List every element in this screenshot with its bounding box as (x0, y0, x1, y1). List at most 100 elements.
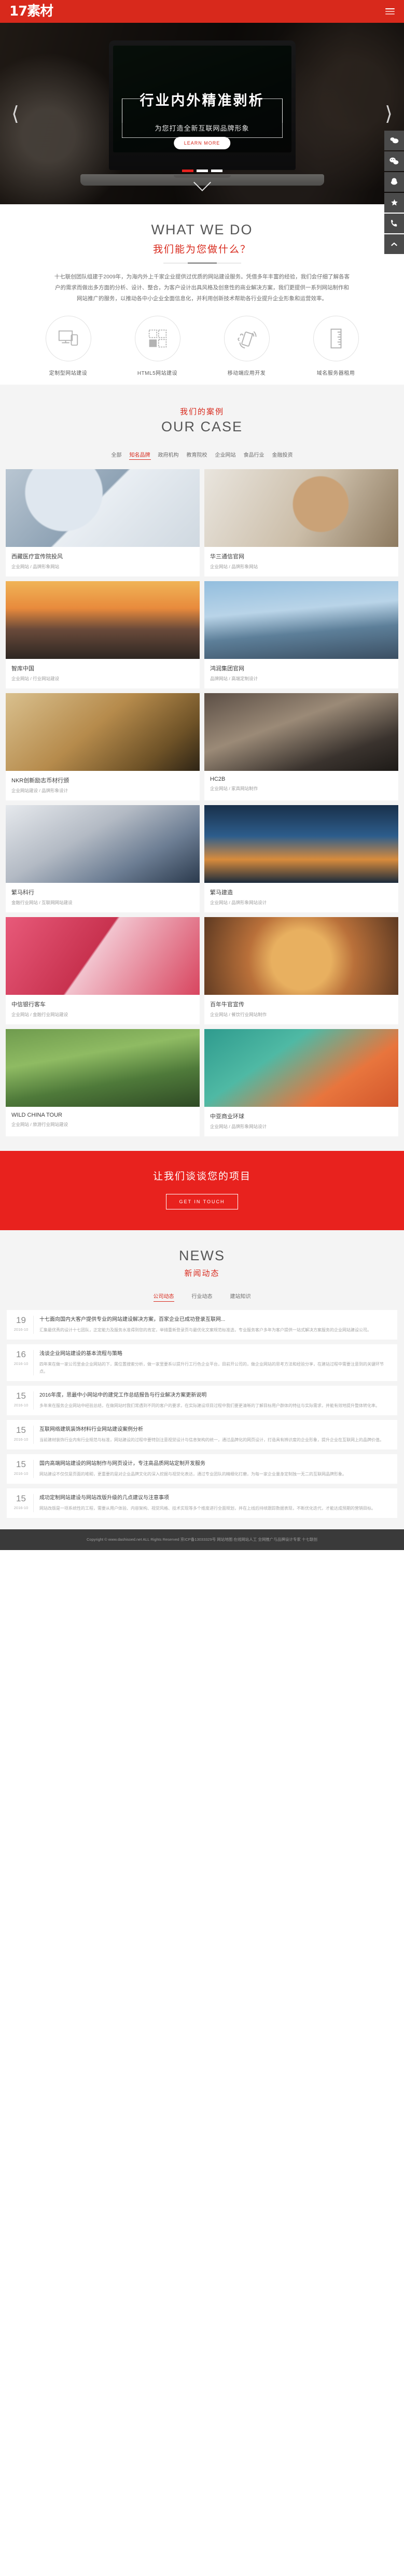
case-tab-1[interactable]: 知名品牌 (129, 449, 151, 460)
case-title: HC2B (210, 776, 226, 782)
news-date: 15 2016-10 (13, 1459, 34, 1478)
site-header: 17素材 (0, 0, 404, 23)
case-title: 智库中国 (11, 666, 34, 672)
news-monthyear: 2016-10 (13, 1471, 29, 1476)
cta-title: 让我们谈谈您的项目 (152, 1171, 251, 1182)
get-in-touch-button[interactable]: GET IN TOUCH (166, 1194, 238, 1209)
case-thumbnail (204, 805, 398, 883)
service-label-4: 域名服务器租用 (316, 371, 355, 376)
cta-section: 让我们谈谈您的项目 GET IN TOUCH (0, 1151, 404, 1230)
footer-copyright: Copyright © www.dashisoed.net ALL Rights… (87, 1537, 317, 1542)
case-card[interactable]: 繁马科行 金融行业网站 / 互联网网站建设 (6, 805, 200, 912)
news-desc: 当前建材装饰行业内有行业规范与标准，网站建设的过程中要特别注意视觉设计与信息架构… (39, 1438, 384, 1442)
chevron-down-icon[interactable] (196, 176, 208, 189)
news-item[interactable]: 15 2016-10 国内高端网站建设的网站制作与网页设计，专注高品质网站定制开… (7, 1454, 397, 1484)
news-item[interactable]: 15 2016-10 成功定制网站建设与网站改版升级的几点建议与注意事项 网站改… (7, 1488, 397, 1518)
news-monthyear: 2016-10 (13, 1402, 29, 1407)
case-title: 鸿润集团官网 (210, 666, 244, 672)
case-tab-5[interactable]: 食品行业 (243, 449, 265, 460)
case-card[interactable]: 华三通信官网 企业网站 / 品牌形象网站 (204, 469, 398, 576)
news-item[interactable]: 19 2016-10 十七面向国内大客户提供专业的网站建设解决方案，百家企业已成… (7, 1310, 397, 1340)
case-meta: 企业网站 / 旅游行业网站建设 (11, 1122, 68, 1127)
news-header: NEWS 新闻动态 (0, 1230, 404, 1284)
news-day: 15 (16, 1391, 26, 1401)
news-monthyear: 2016-10 (13, 1361, 29, 1366)
news-day: 19 (16, 1315, 26, 1325)
news-item[interactable]: 15 2016-10 互联网络建筑装饰材料行业网站建设案例分析 当前建材装饰行业… (7, 1420, 397, 1449)
case-card[interactable]: 鸿润集团官网 品牌网站 / 高端定制设计 (204, 581, 398, 688)
what-we-do-section: WHAT WE DO 我们能为您做什么？ 十七联创团队组建于2009年，为海内外… (0, 204, 404, 385)
weibo-icon[interactable] (384, 193, 404, 213)
news-desc: 汇集最优秀的设计十七团队，正定能力及服务水准得到您的肯定，举措重新登录页与最优化… (39, 1328, 371, 1332)
wechat-icon[interactable] (384, 151, 404, 171)
case-card[interactable]: NKR创新励志币材行颁 企业网站建设 / 品牌形象设计 (6, 693, 200, 800)
case-tab-4[interactable]: 企业网站 (215, 449, 236, 460)
phone-icon[interactable] (384, 214, 404, 233)
news-title: 2016年度，思最中小网站中的建党工作总结报告与行业解决方案更新说明 (39, 1392, 207, 1398)
case-tab-0[interactable]: 全部 (111, 449, 122, 460)
hero-prev-arrow-icon[interactable]: ⟨ (11, 104, 19, 123)
news-item[interactable]: 16 2016-10 浅谈企业网站建设的基本流程与策略 四年来在做一家公司里会企… (7, 1344, 397, 1381)
case-tab-6[interactable]: 金融投资 (272, 449, 294, 460)
case-tab-2[interactable]: 政府机构 (158, 449, 179, 460)
news-tab-1[interactable]: 行业动态 (192, 1292, 213, 1302)
case-thumbnail (6, 1029, 200, 1107)
news-monthyear: 2016-10 (13, 1505, 29, 1510)
service-label-1: 定制型网站建设 (49, 371, 88, 376)
case-tab-3[interactable]: 教育院校 (186, 449, 208, 460)
case-filter-tabs: 全部 知名品牌 政府机构 教育院校 企业网站 食品行业 金融投资 (0, 449, 404, 460)
service-item-4[interactable]: 域名服务器租用 (297, 316, 375, 376)
case-card[interactable]: 百年牛官宣传 企业网站 / 餐饮行业网站制作 (204, 917, 398, 1024)
service-item-3[interactable]: 移动端应用开发 (208, 316, 286, 376)
case-meta: 企业网站 / 品牌形象网站 (11, 564, 60, 569)
case-card[interactable]: 智库中国 企业网站 / 行业网站建设 (6, 581, 200, 688)
news-title: 互联网络建筑装饰材料行业网站建设案例分析 (39, 1427, 143, 1432)
our-case-title-en: OUR CASE (161, 419, 243, 434)
hero-dot-3[interactable] (211, 170, 222, 172)
news-tab-0[interactable]: 公司动态 (153, 1292, 174, 1302)
news-day: 16 (16, 1349, 26, 1359)
case-card[interactable]: 中信银行客车 企业网站 / 金融行业网站建设 (6, 917, 200, 1024)
scroll-top-icon[interactable] (384, 234, 404, 254)
case-title: 西藏医疗宣传院投风 (11, 554, 63, 560)
qq-icon[interactable] (384, 172, 404, 192)
hero-dot-1[interactable] (182, 170, 193, 172)
case-card[interactable]: HC2B 企业网站 / 家具网站制作 (204, 693, 398, 800)
hero-frame-right-line (282, 98, 283, 138)
case-thumbnail (6, 469, 200, 547)
case-thumbnail (6, 805, 200, 883)
case-meta: 企业网站 / 餐饮行业网站制作 (210, 1012, 267, 1017)
chat-icon[interactable] (384, 131, 404, 150)
case-card[interactable]: 繁马建造 企业网站 / 品牌形象网站设计 (204, 805, 398, 912)
news-title: 浅谈企业网站建设的基本流程与策略 (39, 1351, 122, 1357)
hero-dot-2[interactable] (196, 170, 208, 172)
case-title: 中信银行客车 (11, 1002, 46, 1008)
hamburger-icon[interactable] (385, 8, 395, 15)
hero-learn-more-button[interactable]: LEARN MORE (173, 137, 231, 149)
site-footer: Copyright © www.dashisoed.net ALL Rights… (0, 1529, 404, 1550)
news-tab-2[interactable]: 建站知识 (230, 1292, 251, 1302)
our-case-header: 我们的案例 OUR CASE (0, 385, 404, 440)
services-list: 定制型网站建设 HTML5网站建设 移动端应用开发 域名服务器租用 (10, 316, 394, 376)
responsive-screens-icon (45, 316, 91, 361)
case-card[interactable]: WILD CHINA TOUR 企业网站 / 旅游行业网站建设 (6, 1029, 200, 1136)
case-meta: 企业网站 / 品牌形象网站设计 (210, 900, 267, 905)
what-we-do-paragraph: 十七联创团队组建于2009年，为海内外上千家企业提供过优质的网站建设服务。凭借多… (54, 274, 350, 302)
news-list: 19 2016-10 十七面向国内大客户提供专业的网站建设解决方案，百家企业已成… (0, 1310, 404, 1518)
news-title: 成功定制网站建设与网站改版升级的几点建议与注意事项 (39, 1495, 169, 1501)
logo-text: 17素材 (9, 4, 53, 19)
news-item[interactable]: 15 2016-10 2016年度，思最中小网站中的建党工作总结报告与行业解决方… (7, 1386, 397, 1415)
service-item-2[interactable]: HTML5网站建设 (119, 316, 197, 376)
news-desc: 多年来在服务企业网站中经验总结，在做网站时我们常遇到不同的客户的要求，在实际建设… (39, 1403, 380, 1408)
service-item-1[interactable]: 定制型网站建设 (30, 316, 107, 376)
what-we-do-title-en: WHAT WE DO (151, 222, 253, 237)
case-title: 繁马建造 (210, 890, 233, 896)
case-meta: 企业网站 / 品牌形象网站设计 (210, 1124, 267, 1129)
case-title: WILD CHINA TOUR (11, 1112, 62, 1118)
case-card[interactable]: 中亚商业环球 企业网站 / 品牌形象网站设计 (204, 1029, 398, 1136)
news-date: 15 2016-10 (13, 1494, 34, 1512)
site-logo[interactable]: 17素材 (9, 5, 53, 18)
news-day: 15 (16, 1494, 26, 1503)
case-card[interactable]: 西藏医疗宣传院投风 企业网站 / 品牌形象网站 (6, 469, 200, 576)
hero-next-arrow-icon[interactable]: ⟩ (385, 104, 393, 123)
